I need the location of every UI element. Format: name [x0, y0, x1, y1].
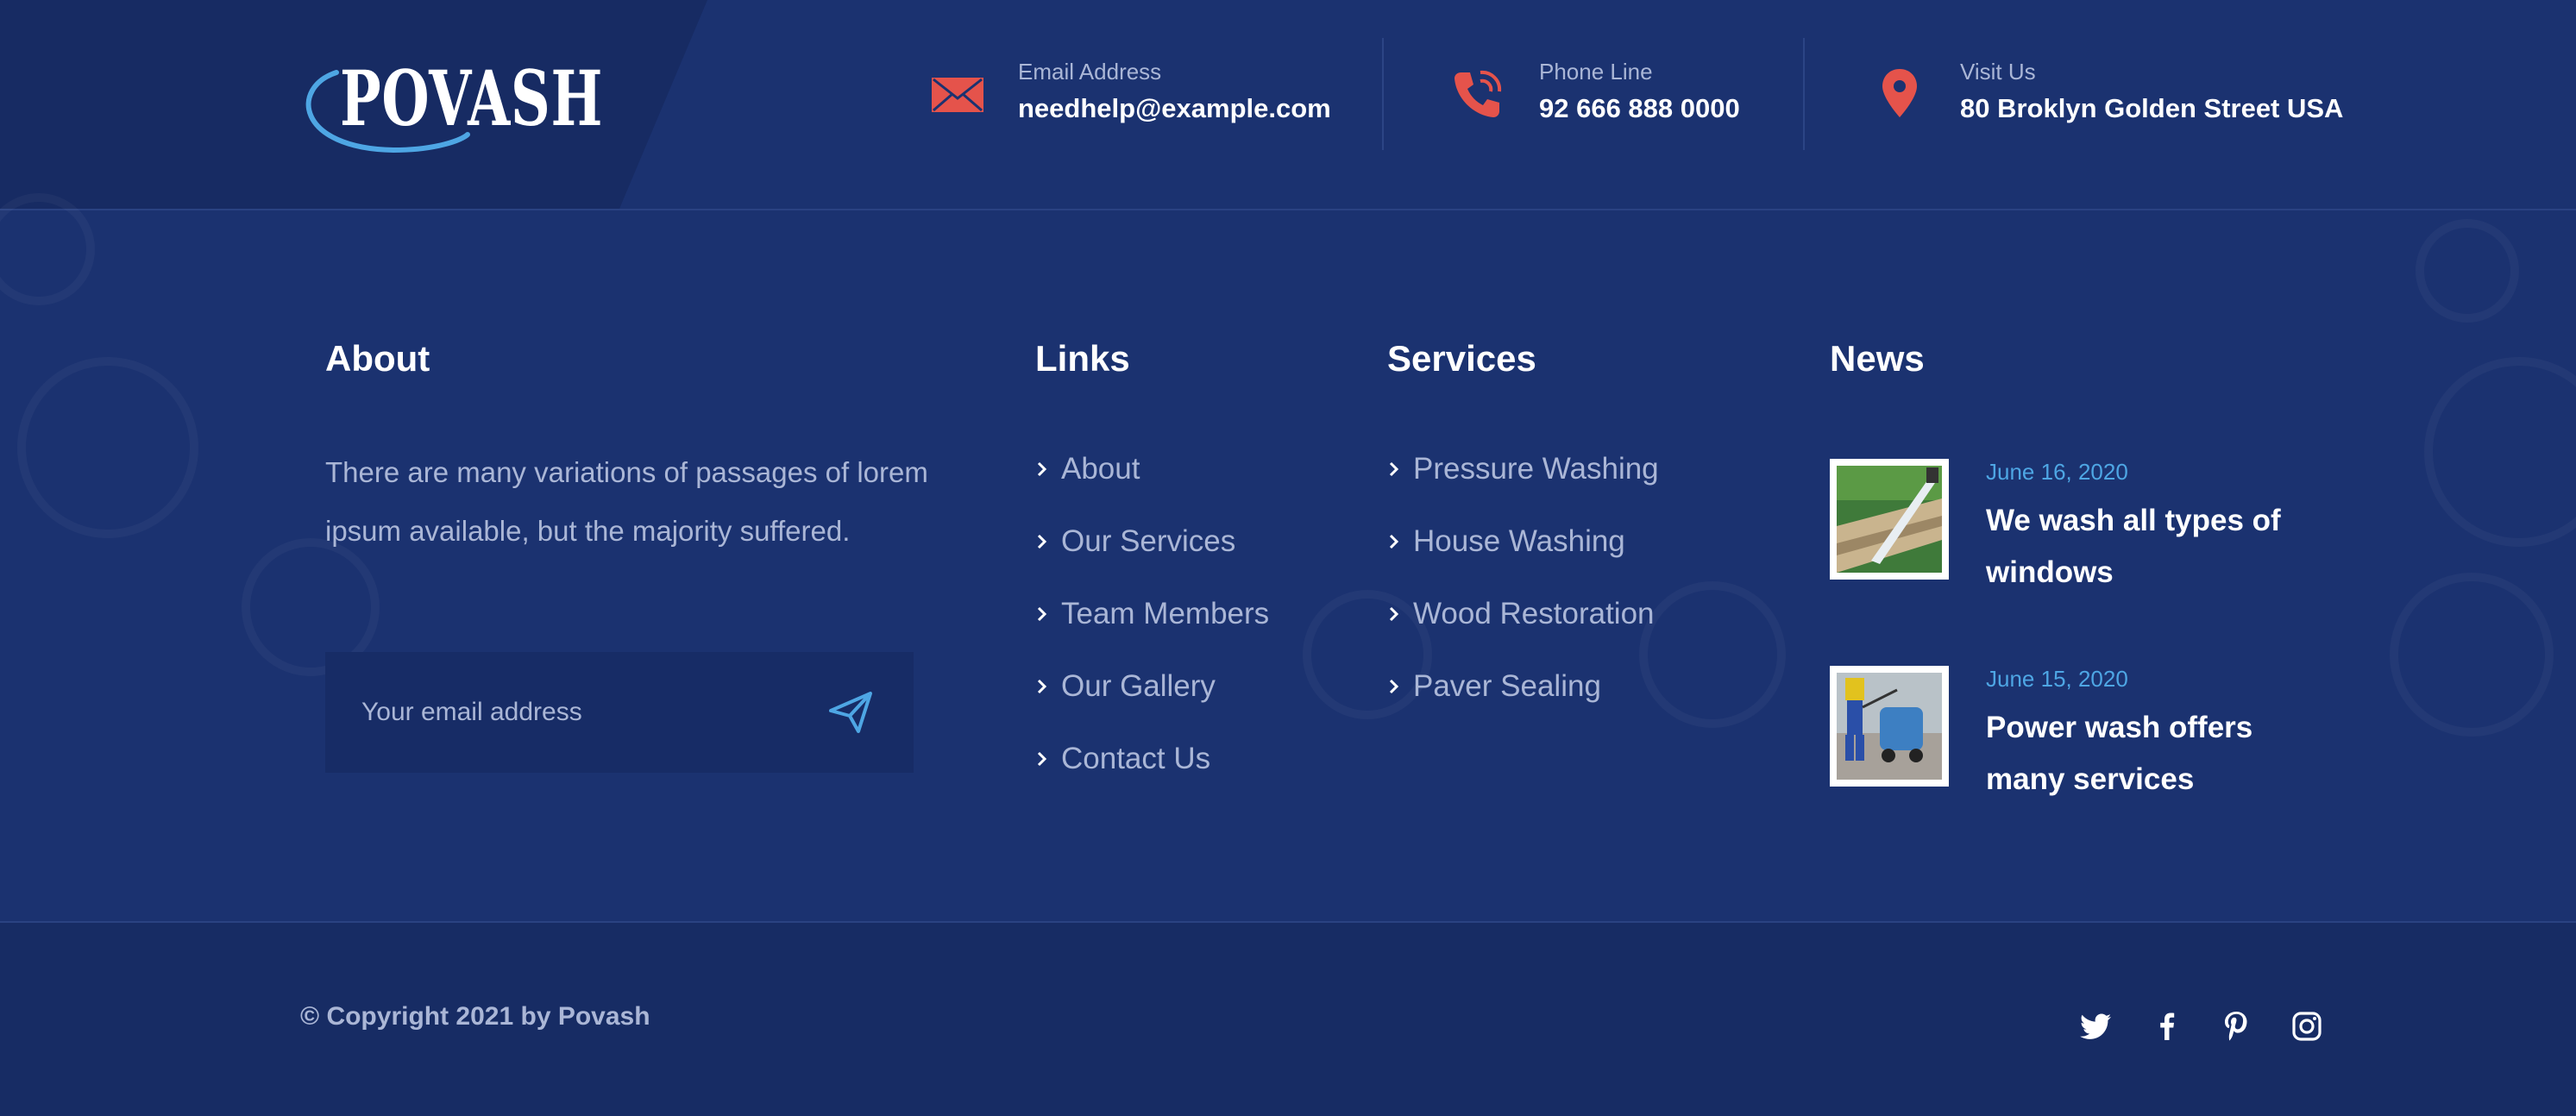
news-date: June 15, 2020: [1986, 666, 2128, 692]
news-item[interactable]: June 16, 2020 We wash all types of windo…: [1830, 459, 2313, 589]
news-heading: News: [1830, 338, 1925, 379]
chevron-right-icon: [1389, 534, 1399, 549]
brand-name: POVASH: [340, 53, 604, 143]
map-pin-icon: [1882, 69, 1917, 117]
email-label: Email Address: [1018, 59, 1162, 85]
links-heading: Links: [1035, 338, 1130, 379]
bubble-decoration: [2390, 573, 2554, 737]
instagram-icon[interactable]: [2290, 1009, 2324, 1044]
address-label: Visit Us: [1960, 59, 2036, 85]
bubble-decoration: [0, 193, 95, 305]
news-thumbnail[interactable]: [1830, 666, 1949, 787]
chevron-right-icon: [1037, 606, 1047, 622]
service-label: Paver Sealing: [1413, 669, 1601, 703]
bubble-decoration: [17, 357, 198, 538]
link-label: About: [1061, 452, 1140, 486]
about-heading: About: [325, 338, 430, 379]
newsletter-email-input[interactable]: [325, 652, 808, 773]
contact-divider: [1382, 38, 1384, 150]
phone-icon: [1454, 70, 1502, 117]
address-value[interactable]: 80 Broklyn Golden Street USA: [1960, 93, 2343, 124]
footer-bottom-bar: © Copyright 2021 by Povash: [0, 921, 2576, 1116]
bubble-decoration: [2424, 357, 2576, 547]
news-title[interactable]: We wash all types of windows: [1986, 495, 2314, 599]
link-label: Our Services: [1061, 524, 1236, 558]
news-title[interactable]: Power wash offers many services: [1986, 702, 2314, 806]
news-item[interactable]: June 15, 2020 Power wash offers many ser…: [1830, 666, 2313, 796]
twitter-icon[interactable]: [2079, 1009, 2114, 1044]
brand-logo[interactable]: POVASH: [298, 53, 602, 157]
contact-divider: [1803, 38, 1805, 150]
chevron-right-icon: [1037, 751, 1047, 767]
footer-main: About There are many variations of passa…: [0, 210, 2576, 921]
service-label: Pressure Washing: [1413, 452, 1659, 486]
pressure-washing-image: [1837, 466, 1942, 573]
newsletter-form: [325, 652, 914, 773]
chevron-right-icon: [1037, 679, 1047, 694]
phone-value[interactable]: 92 666 888 0000: [1539, 93, 1740, 124]
services-heading: Services: [1387, 338, 1536, 379]
news-thumbnail[interactable]: [1830, 459, 1949, 580]
bubble-decoration: [1639, 581, 1786, 728]
link-label: Team Members: [1061, 597, 1270, 630]
news-date: June 16, 2020: [1986, 459, 2128, 485]
email-value[interactable]: needhelp@example.com: [1018, 93, 1331, 124]
service-label: House Washing: [1413, 524, 1625, 558]
link-label: Our Gallery: [1061, 669, 1216, 703]
chevron-right-icon: [1037, 534, 1047, 549]
service-label: Wood Restoration: [1413, 597, 1655, 630]
facebook-icon[interactable]: [2150, 1009, 2184, 1044]
chevron-right-icon: [1389, 679, 1399, 694]
pinterest-icon[interactable]: [2219, 1009, 2253, 1044]
bubble-decoration: [2416, 219, 2519, 323]
chevron-right-icon: [1389, 606, 1399, 622]
envelope-icon: [932, 78, 983, 112]
about-description: There are many variations of passages of…: [325, 456, 928, 547]
copyright-text: © Copyright 2021 by Povash: [300, 1002, 650, 1031]
chevron-right-icon: [1037, 461, 1047, 477]
link-label: Contact Us: [1061, 742, 1211, 775]
power-washer-worker-image: [1837, 673, 1942, 780]
phone-label: Phone Line: [1539, 59, 1653, 85]
send-icon[interactable]: [826, 687, 877, 738]
chevron-right-icon: [1389, 461, 1399, 477]
top-contact-bar: POVASH Email Address needhelp@example.co…: [0, 0, 2576, 210]
